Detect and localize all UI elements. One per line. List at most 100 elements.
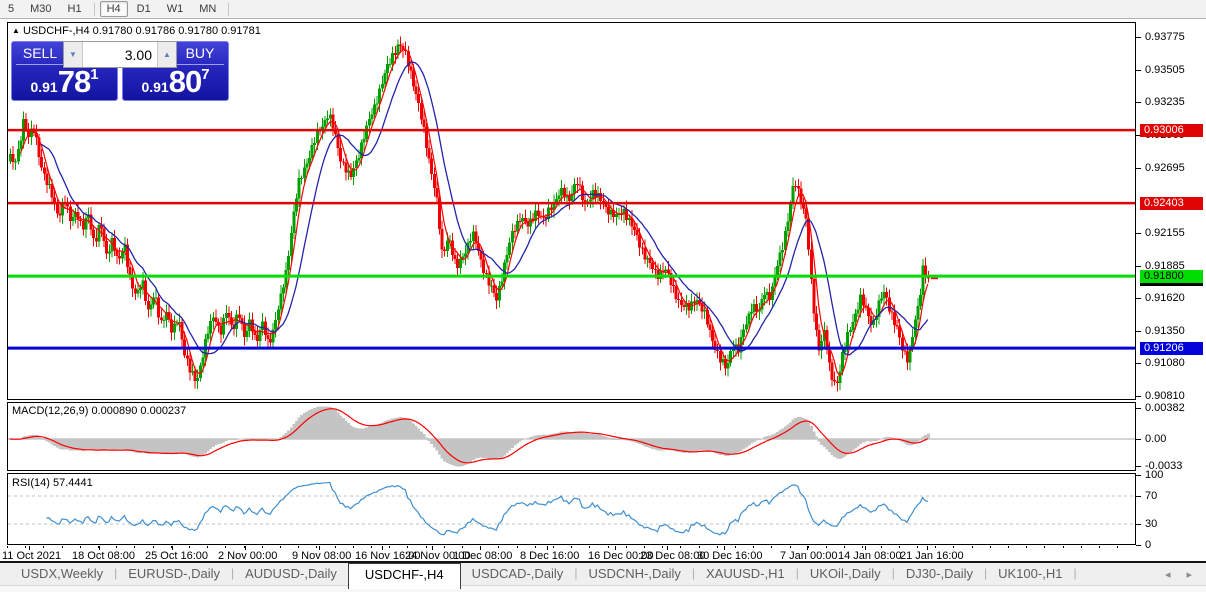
time-minor-tick bbox=[698, 546, 700, 548]
rsi-line bbox=[46, 481, 928, 536]
time-minor-tick bbox=[134, 546, 136, 548]
tab-scroll-left-icon[interactable]: ◂ bbox=[1157, 569, 1179, 581]
buy-price: 0.91807 bbox=[123, 66, 228, 97]
time-minor-tick bbox=[917, 546, 918, 548]
price-tick-label: 0.93235 bbox=[1145, 96, 1185, 110]
time-minor-tick bbox=[43, 546, 45, 548]
timeframe-button-h4[interactable]: H4 bbox=[99, 1, 128, 17]
time-minor-tick bbox=[680, 546, 682, 548]
timeframe-button-d1[interactable]: D1 bbox=[130, 1, 158, 17]
time-minor-tick bbox=[553, 546, 554, 548]
rsi-tick-label: 100 bbox=[1145, 469, 1164, 482]
chart-tab-xauusd-h1[interactable]: XAUUSD-,H1 bbox=[695, 563, 796, 581]
rsi-indicator-label: RSI(14) 57.4441 bbox=[12, 477, 93, 489]
volume-spinner: ▼ 3.00 ▲ bbox=[63, 41, 177, 68]
chart-tab-usdx-weekly[interactable]: USDX,Weekly bbox=[10, 563, 114, 581]
rsi-tick-label: 0 bbox=[1145, 539, 1152, 552]
time-minor-tick bbox=[334, 546, 336, 548]
chart-tab-dj30-daily[interactable]: DJ30-,Daily bbox=[895, 563, 984, 581]
timeframe-button-5[interactable]: 5 bbox=[1, 1, 21, 17]
time-minor-tick bbox=[261, 546, 263, 548]
price-level-label: 0.91800 bbox=[1140, 269, 1203, 283]
chart-tab-usdcnh-daily[interactable]: USDCNH-,Daily bbox=[577, 563, 691, 581]
price-tick-dash bbox=[1136, 102, 1141, 104]
chart-tab-eurusd-daily[interactable]: EURUSD-,Daily bbox=[117, 563, 231, 581]
price-tick-dash bbox=[1136, 265, 1141, 267]
rsi-tick-dash bbox=[1136, 545, 1141, 546]
time-minor-tick bbox=[771, 546, 773, 548]
time-minor-tick bbox=[844, 546, 846, 548]
time-minor-tick bbox=[735, 546, 736, 548]
chart-ohlc-values: 0.91780 0.91786 0.91780 0.91781 bbox=[92, 25, 261, 37]
timeframe-button-m30[interactable]: M30 bbox=[23, 1, 58, 17]
price-tick-label: 0.91620 bbox=[1145, 291, 1185, 305]
time-minor-tick bbox=[1044, 546, 1046, 548]
timeframe-button-w1[interactable]: W1 bbox=[160, 1, 191, 17]
time-minor-tick bbox=[571, 546, 573, 548]
time-minor-tick bbox=[407, 546, 409, 548]
time-minor-tick bbox=[61, 546, 63, 548]
time-minor-tick bbox=[935, 546, 937, 548]
time-minor-tick bbox=[280, 546, 281, 548]
time-minor-tick bbox=[826, 546, 827, 548]
volume-increase-icon[interactable]: ▲ bbox=[157, 42, 176, 67]
price-tick-label: 0.92695 bbox=[1145, 161, 1185, 175]
time-minor-tick bbox=[953, 546, 955, 548]
time-minor-tick bbox=[116, 546, 118, 548]
sell-price-prefix: 0.91 bbox=[30, 79, 58, 95]
rsi-tick-dash bbox=[1136, 475, 1141, 476]
price-level-label: 0.92403 bbox=[1140, 196, 1203, 210]
time-minor-tick bbox=[462, 546, 463, 548]
time-minor-tick bbox=[862, 546, 864, 548]
volume-input[interactable]: 3.00 bbox=[83, 42, 157, 67]
time-minor-tick bbox=[625, 546, 627, 548]
time-minor-tick bbox=[1080, 546, 1082, 548]
timeframe-button-h1[interactable]: H1 bbox=[61, 1, 89, 17]
time-axis[interactable]: 11 Oct 2021 18 Oct 08:00 25 Oct 16:00 2 Nov… bbox=[2, 546, 1136, 562]
timeframe-button-mn[interactable]: MN bbox=[192, 1, 223, 17]
time-minor-tick bbox=[516, 546, 518, 548]
time-minor-tick bbox=[1026, 546, 1028, 548]
rsi-tick-dash bbox=[1136, 496, 1141, 497]
chart-title: ▲ USDCHF-,H4 0.91780 0.91786 0.91780 0.9… bbox=[12, 25, 261, 37]
chart-tab-audusd-daily[interactable]: AUDUSD-,Daily bbox=[234, 563, 348, 581]
time-minor-tick bbox=[25, 546, 27, 548]
chart-tabs: USDX,Weekly | EURUSD-,Daily | AUDUSD-,Daily U… bbox=[0, 563, 1206, 589]
tab-scroll-right-icon[interactable]: ▸ bbox=[1178, 569, 1200, 581]
buy-price-pip-digit: 7 bbox=[201, 66, 210, 83]
collapse-triangle-icon[interactable]: ▲ bbox=[12, 26, 20, 35]
chart-tab-usdcad-daily[interactable]: USDCAD-,Daily bbox=[461, 563, 575, 581]
time-minor-tick bbox=[189, 546, 190, 548]
sell-button[interactable]: SELL bbox=[16, 44, 64, 65]
tab-bar-strip bbox=[0, 585, 1206, 592]
time-minor-tick bbox=[644, 546, 645, 548]
volume-decrease-icon[interactable]: ▼ bbox=[64, 42, 83, 67]
price-tick-dash bbox=[1136, 37, 1141, 38]
buy-price-prefix: 0.91 bbox=[141, 79, 169, 95]
price-axis[interactable]: 0.937750.935050.932350.929650.926950.921… bbox=[1136, 22, 1206, 562]
time-minor-tick bbox=[425, 546, 427, 548]
toolbar-separator bbox=[93, 2, 95, 16]
time-minor-tick bbox=[1117, 546, 1119, 548]
price-tick-dash bbox=[1136, 363, 1141, 365]
time-minor-tick bbox=[753, 546, 755, 548]
price-tick-dash bbox=[1136, 69, 1141, 71]
time-minor-tick bbox=[152, 546, 154, 548]
time-minor-tick bbox=[7, 546, 8, 548]
time-minor-tick bbox=[498, 546, 500, 548]
chart-tab-ukoil-daily[interactable]: UKOil-,Daily bbox=[799, 563, 892, 581]
toolbar-separator bbox=[228, 2, 230, 16]
time-minor-tick bbox=[298, 546, 300, 548]
time-minor-tick bbox=[225, 546, 227, 548]
chart-tab-uk100-h1[interactable]: UK100-,H1 bbox=[987, 563, 1073, 581]
time-minor-tick bbox=[316, 546, 318, 548]
tab-separator: | bbox=[1073, 566, 1077, 580]
time-minor-tick bbox=[898, 546, 900, 548]
time-minor-tick bbox=[79, 546, 81, 548]
chart-tab-bar: USDX,Weekly | EURUSD-,Daily | AUDUSD-,Daily U… bbox=[0, 563, 1206, 592]
time-minor-tick bbox=[371, 546, 372, 548]
chart-symbol-timeframe: USDCHF-,H4 bbox=[22, 25, 90, 37]
buy-button[interactable]: BUY bbox=[176, 44, 224, 65]
chart-tab-usdchf-h4[interactable]: USDCHF-,H4 bbox=[347, 563, 461, 589]
time-minor-tick bbox=[589, 546, 591, 548]
